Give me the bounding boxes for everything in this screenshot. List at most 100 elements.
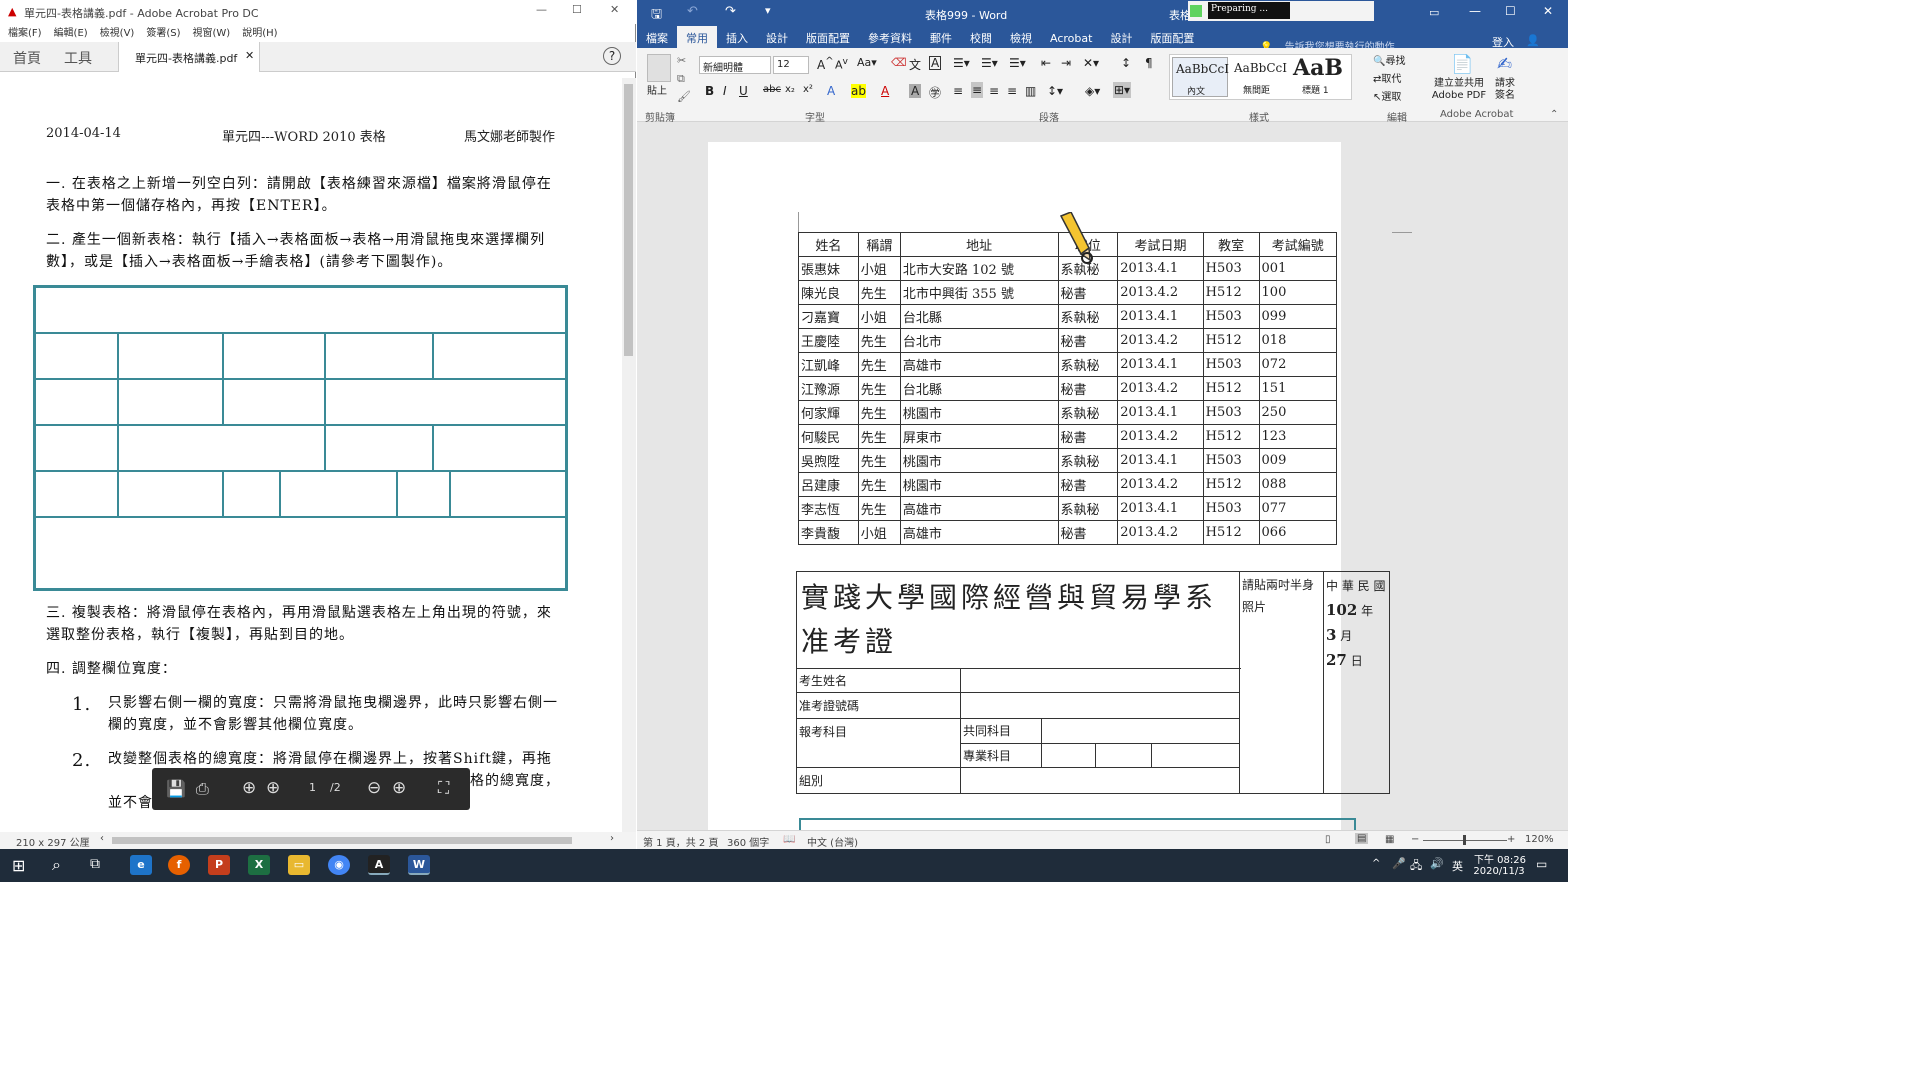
table-cell[interactable]: H512 (1202, 472, 1260, 497)
undo-icon[interactable]: ↶ (687, 4, 698, 19)
word-count[interactable]: 360 個字 (727, 834, 769, 849)
request-sign-icon[interactable]: ✍ (1497, 54, 1512, 75)
change-case-icon[interactable]: Aa▾ (857, 56, 877, 69)
table-cell[interactable]: 2013.4.1 (1117, 304, 1204, 329)
hscroll-right-icon[interactable]: › (610, 833, 614, 844)
table-cell[interactable]: 小姐 (857, 256, 901, 281)
table-cell[interactable]: 077 (1258, 496, 1338, 521)
highlight-icon[interactable]: ab (851, 84, 866, 98)
start-icon[interactable]: ⊞ (12, 856, 25, 875)
table-cell[interactable]: 先生 (857, 280, 901, 305)
microphone-icon[interactable]: 🎤 (1392, 857, 1406, 870)
table-cell[interactable]: 2013.4.1 (1117, 400, 1204, 425)
fit-page-icon[interactable]: ⛶ (438, 778, 449, 798)
table-cell[interactable]: 系執秘 (1057, 496, 1119, 521)
enclose-char-icon[interactable]: ㊫ (929, 84, 941, 101)
paste-icon[interactable] (647, 54, 671, 82)
table-cell[interactable]: H512 (1202, 424, 1260, 449)
table-cell[interactable]: 秘書 (1057, 328, 1119, 353)
table-header-cell[interactable]: 考試日期 (1117, 232, 1204, 257)
ime-indicator[interactable]: 英 (1452, 858, 1463, 874)
table-cell[interactable]: 2013.4.2 (1117, 280, 1204, 305)
zoom-in-icon[interactable]: ⊕ (392, 778, 406, 798)
save-icon[interactable]: 🖫 (651, 5, 662, 27)
maximize-button[interactable]: ☐ (572, 3, 582, 16)
align-left-icon[interactable]: ≡ (953, 84, 963, 98)
table-cell[interactable]: 吳煦陞 (798, 448, 859, 473)
table-cell[interactable]: 018 (1258, 328, 1338, 353)
table-cell[interactable]: 高雄市 (899, 352, 1059, 377)
firefox-icon[interactable]: f (168, 855, 190, 875)
table-cell[interactable]: H503 (1202, 448, 1260, 473)
table-cell[interactable]: 台北市 (899, 328, 1059, 353)
tab-design[interactable]: 設計 (757, 26, 797, 49)
hscroll-thumb[interactable] (112, 837, 572, 844)
powerpoint-icon[interactable]: P (208, 855, 230, 875)
people-table[interactable]: 姓名稱謂地址職位考試日期教室考試編號 張惠妹小姐北市大安路 102 號系執秘20… (798, 232, 1338, 545)
shrink-font-icon[interactable]: Av (835, 56, 848, 72)
menu-window[interactable]: 視窗(W) (193, 28, 231, 39)
table-cell[interactable]: 2013.4.2 (1117, 328, 1204, 353)
scroll-thumb[interactable] (624, 84, 633, 356)
borders-icon[interactable]: ⊞▾ (1113, 82, 1132, 98)
chrome-icon[interactable]: ◉ (328, 855, 350, 875)
table-cell[interactable]: 張惠妹 (798, 256, 859, 281)
next-page-icon[interactable]: ⊕ (266, 778, 280, 798)
table-cell[interactable]: 刁嘉寶 (798, 304, 859, 329)
tab-tools[interactable]: 工具 (64, 48, 92, 68)
table-cell[interactable]: 先生 (857, 400, 901, 425)
table-cell[interactable]: 李志恆 (798, 496, 859, 521)
table-cell[interactable]: 系執秘 (1057, 448, 1119, 473)
menu-file[interactable]: 檔案(F) (8, 28, 42, 39)
table-cell[interactable]: 何駿民 (798, 424, 859, 449)
zoom-slider-thumb[interactable] (1463, 835, 1466, 845)
format-painter-icon[interactable]: 🖌 (677, 90, 691, 103)
table-cell[interactable]: H503 (1202, 352, 1260, 377)
table-cell[interactable]: 屏東市 (899, 424, 1059, 449)
table-cell[interactable]: 2013.4.2 (1117, 520, 1204, 545)
char-shading-icon[interactable]: A (909, 84, 922, 98)
replace-button[interactable]: ⇄取代 (1373, 70, 1401, 85)
show-marks-icon[interactable]: ¶ (1145, 56, 1153, 70)
close-tab-icon[interactable]: ✕ (245, 49, 254, 62)
table-cell[interactable]: H503 (1202, 400, 1260, 425)
language-label[interactable]: 中文 (台灣) (807, 834, 858, 849)
table-cell[interactable]: 小姐 (857, 304, 901, 329)
word-taskbar-icon[interactable]: W (408, 855, 430, 875)
font-size-select[interactable]: 12 (773, 56, 809, 74)
table-cell[interactable]: 秘書 (1057, 376, 1119, 401)
acrobat-taskbar-icon[interactable]: A (368, 855, 390, 875)
task-view-icon[interactable]: ⧉ (90, 856, 100, 872)
table-cell[interactable]: 2013.4.2 (1117, 376, 1204, 401)
zoom-in-icon[interactable]: + (1507, 834, 1515, 845)
major-subject-value-3[interactable] (1151, 743, 1239, 767)
table-cell[interactable]: 先生 (857, 376, 901, 401)
align-center-icon[interactable]: ≡ (971, 82, 984, 98)
distributed-icon[interactable]: ▥ (1025, 84, 1036, 98)
table-cell[interactable]: 桃園市 (899, 472, 1059, 497)
exam-admission-table[interactable]: 實踐大學國際經營與貿易學系准考證 請貼兩吋半身照片 中 華 民 國 102 年 … (796, 571, 1390, 794)
table-cell[interactable]: 系執秘 (1057, 400, 1119, 425)
print-layout-icon[interactable]: ▤ (1355, 833, 1369, 844)
bullets-icon[interactable]: ☰▾ (953, 56, 970, 70)
table-cell[interactable]: 099 (1258, 304, 1338, 329)
tab-home[interactable]: 首頁 (13, 48, 41, 68)
tab-home[interactable]: 常用 (677, 26, 717, 49)
web-layout-icon[interactable]: ▦ (1385, 834, 1394, 845)
collapse-ribbon-icon[interactable]: ⌃ (1550, 109, 1558, 120)
table-cell[interactable]: 高雄市 (899, 520, 1059, 545)
select-button[interactable]: ↖選取 (1373, 88, 1401, 103)
table-header-cell[interactable]: 地址 (899, 232, 1059, 257)
table-cell[interactable]: 先生 (857, 472, 901, 497)
shading-icon[interactable]: ◈▾ (1085, 84, 1100, 98)
tab-document[interactable]: 單元四-表格講義.pdf ✕ (118, 42, 260, 72)
table-cell[interactable]: H503 (1202, 256, 1260, 281)
table-cell[interactable]: 系執秘 (1057, 352, 1119, 377)
table-cell[interactable]: 何家輝 (798, 400, 859, 425)
common-subject-value[interactable] (1041, 719, 1239, 744)
minimize-button[interactable]: — (536, 3, 547, 16)
zoom-level[interactable]: 120% (1525, 834, 1554, 845)
tab-view[interactable]: 檢視 (1001, 26, 1041, 49)
sort-icon[interactable]: ↕ (1121, 56, 1131, 70)
table-cell[interactable]: H512 (1202, 376, 1260, 401)
